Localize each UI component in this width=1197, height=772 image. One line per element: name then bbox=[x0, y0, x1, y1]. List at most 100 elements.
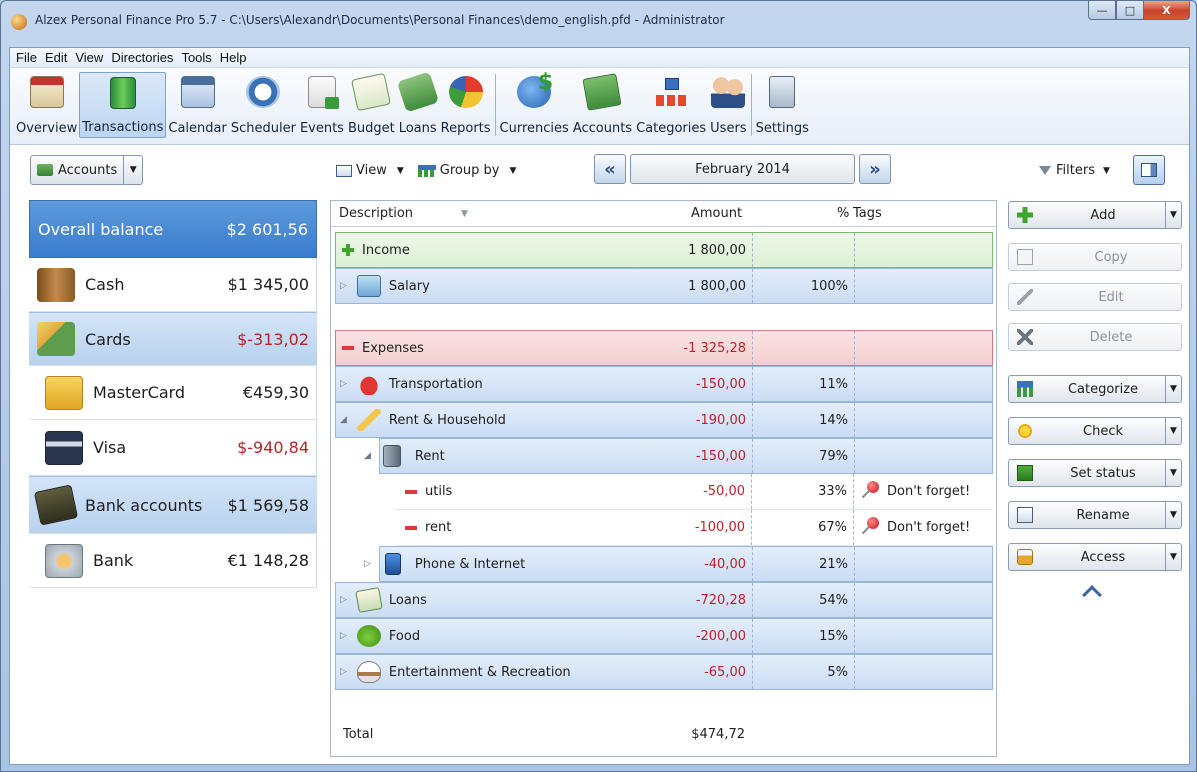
menu-directories[interactable]: Directories bbox=[109, 50, 179, 65]
row-label: utils bbox=[425, 484, 453, 499]
menu-view[interactable]: View bbox=[73, 50, 109, 65]
toolbar-budget[interactable]: Budget bbox=[346, 72, 397, 138]
chevron-down-icon[interactable]: ▼ bbox=[509, 166, 516, 176]
row-amount: 1 800,00 bbox=[688, 278, 746, 294]
window-controls: — □ X bbox=[1088, 1, 1190, 20]
toolbar-calendar[interactable]: Calendar bbox=[166, 72, 228, 138]
categorize-button[interactable]: Categorize ▼ bbox=[1008, 375, 1182, 403]
maximize-button[interactable]: □ bbox=[1116, 1, 1144, 20]
toolbar-label: Budget bbox=[347, 121, 395, 136]
chevron-down-icon[interactable]: ▼ bbox=[1165, 376, 1181, 402]
table-row-expenses[interactable]: Expenses -1 325,28 bbox=[335, 330, 993, 366]
table-row-transportation[interactable]: ▷ Transportation -150,00 11% bbox=[335, 366, 993, 402]
add-button[interactable]: Add ▼ bbox=[1008, 201, 1182, 229]
menu-edit[interactable]: Edit bbox=[43, 50, 73, 65]
toolbar-users[interactable]: Users bbox=[708, 72, 748, 138]
sort-icon[interactable]: ▼ bbox=[461, 209, 468, 219]
toolbar-transactions[interactable]: Transactions bbox=[79, 72, 167, 138]
account-visa[interactable]: Visa $-940,84 bbox=[29, 420, 317, 476]
expand-icon[interactable]: ▷ bbox=[340, 667, 347, 677]
account-bank[interactable]: Bank €1 148,28 bbox=[29, 534, 317, 588]
account-mastercard[interactable]: MasterCard €459,30 bbox=[29, 366, 317, 420]
table-header: Description ▼ Amount % Tags bbox=[331, 201, 996, 227]
main-toolbar: Overview Transactions Calendar Scheduler… bbox=[10, 68, 1189, 145]
expand-icon[interactable]: ▷ bbox=[364, 559, 371, 569]
row-label: Rent bbox=[414, 448, 445, 464]
period-selector[interactable]: February 2014 bbox=[630, 154, 855, 184]
chevron-down-icon[interactable]: ▼ bbox=[1165, 460, 1181, 486]
table-row-food[interactable]: ▷ Food -200,00 15% bbox=[335, 618, 993, 654]
previous-period-button[interactable]: « bbox=[594, 154, 626, 184]
accounts-button[interactable]: Accounts ▼ bbox=[30, 155, 144, 185]
table-row-rent[interactable]: ◢ Rent -150,00 79% bbox=[364, 438, 993, 474]
table-row-rent-household[interactable]: ◢ Rent & Household -190,00 14% bbox=[335, 402, 993, 438]
expand-icon[interactable]: ▷ bbox=[340, 379, 347, 389]
account-balance: $1 345,00 bbox=[227, 275, 309, 294]
account-group-bank-accounts[interactable]: Bank accounts $1 569,58 bbox=[29, 476, 317, 534]
table-row-salary[interactable]: ▷ Salary 1 800,00 100% bbox=[335, 268, 993, 304]
chevron-down-icon[interactable]: ▼ bbox=[1165, 202, 1181, 228]
transactions-icon bbox=[109, 77, 136, 109]
chevron-down-icon[interactable]: ▼ bbox=[1165, 418, 1181, 444]
expand-icon[interactable]: ▷ bbox=[340, 631, 347, 641]
filters-dropdown[interactable]: Filters ▼ bbox=[1039, 163, 1110, 178]
chevron-down-icon: ▼ bbox=[1102, 165, 1110, 176]
chevron-down-icon[interactable]: ▼ bbox=[397, 166, 404, 176]
toolbar-categories[interactable]: Categories bbox=[634, 72, 708, 138]
access-button[interactable]: Access ▼ bbox=[1008, 543, 1182, 571]
chevron-down-icon[interactable]: ▼ bbox=[1165, 544, 1181, 570]
toolbar-events[interactable]: Events bbox=[298, 72, 346, 138]
table-row-entertainment[interactable]: ▷ Entertainment & Recreation -65,00 5% bbox=[335, 654, 993, 690]
table-row-transaction-utils[interactable]: utils -50,00 33% Don't forget! bbox=[395, 474, 993, 510]
next-period-button[interactable]: » bbox=[859, 154, 891, 184]
toolbar-scheduler[interactable]: Scheduler bbox=[229, 72, 298, 138]
currencies-icon bbox=[517, 70, 553, 108]
column-description[interactable]: Description bbox=[339, 206, 413, 221]
toolbar-loans[interactable]: Loans bbox=[396, 71, 439, 138]
account-group-cards[interactable]: Cards $-313,02 bbox=[29, 312, 317, 366]
chevron-down-icon[interactable]: ▼ bbox=[1165, 502, 1181, 528]
toolbar-separator bbox=[750, 74, 752, 136]
toolbar-reports[interactable]: Reports bbox=[439, 72, 493, 138]
account-cash[interactable]: Cash $1 345,00 bbox=[29, 258, 317, 312]
toolbar-settings[interactable]: Settings bbox=[754, 72, 811, 138]
check-button[interactable]: Check ▼ bbox=[1008, 417, 1182, 445]
delete-button[interactable]: Delete bbox=[1008, 323, 1182, 351]
table-row-transaction-rent[interactable]: rent -100,00 67% Don't forget! bbox=[395, 510, 993, 546]
menu-file[interactable]: File bbox=[14, 50, 43, 65]
chevron-down-icon[interactable]: ▼ bbox=[124, 156, 142, 184]
toolbar-currencies[interactable]: Currencies bbox=[498, 70, 571, 138]
row-tag: Don't forget! bbox=[887, 484, 971, 499]
add-label: Add bbox=[1090, 207, 1116, 223]
expand-icon[interactable]: ▷ bbox=[340, 281, 347, 291]
accounts-button-main[interactable]: Accounts bbox=[31, 156, 125, 184]
account-balance: $-313,02 bbox=[237, 329, 309, 349]
copy-button[interactable]: Copy bbox=[1008, 243, 1182, 271]
minimize-button[interactable]: — bbox=[1088, 1, 1116, 20]
filters-label: Filters bbox=[1056, 163, 1095, 178]
column-amount[interactable]: Amount bbox=[691, 206, 742, 221]
toolbar-accounts[interactable]: Accounts bbox=[571, 72, 634, 138]
close-button[interactable]: X bbox=[1144, 1, 1190, 20]
column-percent[interactable]: % bbox=[837, 206, 849, 221]
edit-button[interactable]: Edit bbox=[1008, 283, 1182, 311]
toolbar-label: Calendar bbox=[168, 121, 227, 136]
collapse-icon[interactable]: ◢ bbox=[340, 415, 347, 425]
table-row-loans[interactable]: ▷ Loans -720,28 54% bbox=[335, 582, 993, 618]
column-tags[interactable]: Tags bbox=[853, 206, 882, 221]
table-row-phone-internet[interactable]: ▷ Phone & Internet -40,00 21% bbox=[364, 546, 993, 582]
set-status-button[interactable]: Set status ▼ bbox=[1008, 459, 1182, 487]
safe-icon bbox=[45, 543, 83, 578]
expand-icon[interactable]: ▷ bbox=[340, 595, 347, 605]
toolbar-overview[interactable]: Overview bbox=[14, 72, 79, 138]
view-dropdown[interactable]: View bbox=[356, 163, 387, 178]
table-row-income[interactable]: Income 1 800,00 bbox=[335, 232, 993, 268]
panel-toggle-button[interactable] bbox=[1133, 155, 1165, 185]
rename-button[interactable]: Rename ▼ bbox=[1008, 501, 1182, 529]
group-by-dropdown[interactable]: Group by bbox=[440, 163, 500, 178]
menu-help[interactable]: Help bbox=[218, 50, 253, 65]
row-amount: -40,00 bbox=[704, 556, 746, 572]
collapse-icon[interactable]: ◢ bbox=[364, 451, 371, 461]
menu-tools[interactable]: Tools bbox=[179, 50, 217, 65]
account-overall-balance[interactable]: Overall balance $2 601,56 bbox=[29, 200, 317, 258]
